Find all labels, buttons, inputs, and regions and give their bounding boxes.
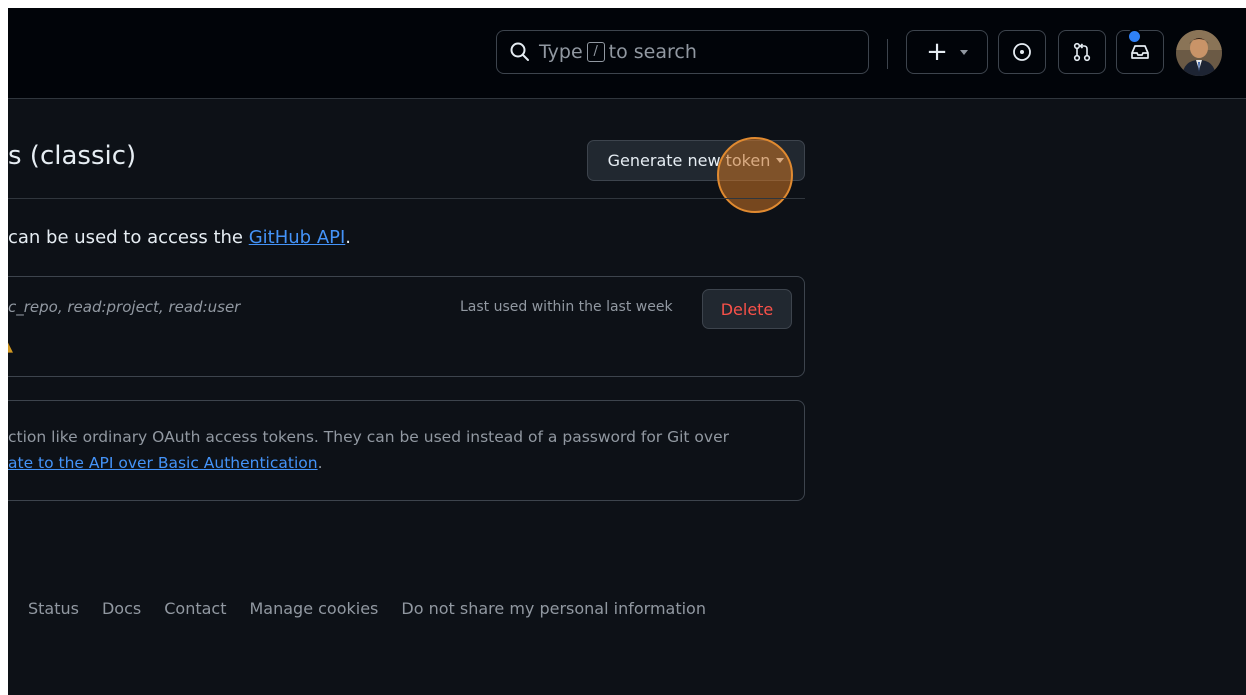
- token-scopes: c_repo, read:project, read:user: [8, 298, 241, 316]
- footer-link-manage-cookies[interactable]: Manage cookies: [249, 599, 378, 618]
- avatar[interactable]: [1176, 30, 1222, 76]
- info-box: [8, 400, 805, 501]
- search-icon: [509, 41, 531, 63]
- intro-text: can be used to access the GitHub API.: [8, 227, 351, 248]
- inbox-icon: [1129, 41, 1151, 63]
- github-api-link[interactable]: GitHub API: [249, 227, 346, 248]
- footer-link-status[interactable]: Status: [28, 599, 79, 618]
- token-last-used: Last used within the last week: [460, 299, 673, 315]
- click-indicator: [717, 137, 793, 213]
- footer-link-do-not-share[interactable]: Do not share my personal information: [401, 599, 706, 618]
- notification-indicator: [1127, 29, 1142, 44]
- intro-suffix: .: [345, 227, 352, 248]
- title-divider: [8, 198, 805, 199]
- info-line-1: ction like ordinary OAuth access tokens.…: [8, 428, 729, 446]
- pull-requests-button[interactable]: [1058, 30, 1106, 74]
- intro-prefix: can be used to access the: [8, 227, 249, 248]
- chevron-down-icon: [959, 49, 968, 55]
- header-divider: [887, 39, 888, 69]
- alert-icon: ▲: [8, 340, 13, 355]
- footer-links: Status Docs Contact Manage cookies Do no…: [28, 599, 706, 618]
- issue-opened-icon: [1011, 41, 1033, 63]
- issues-button[interactable]: [998, 30, 1046, 74]
- plus-icon: +: [926, 37, 948, 67]
- footer-link-contact[interactable]: Contact: [164, 599, 226, 618]
- basic-auth-link[interactable]: ate to the API over Basic Authentication: [8, 454, 318, 472]
- search-input[interactable]: Type / to search: [496, 30, 869, 74]
- search-suffix: to search: [608, 41, 697, 63]
- token-list-box: [8, 276, 805, 377]
- page-title: s (classic): [8, 141, 137, 171]
- global-header: Type / to search +: [8, 8, 1246, 99]
- app-window: Type / to search + s (classic) Generate …: [8, 8, 1246, 695]
- git-pull-request-icon: [1071, 41, 1093, 63]
- search-shortcut-key: /: [586, 42, 605, 62]
- delete-token-button[interactable]: Delete: [702, 289, 792, 329]
- info-line-2-suffix: .: [317, 454, 323, 472]
- create-new-button[interactable]: +: [906, 30, 988, 74]
- search-prefix: Type: [539, 41, 583, 63]
- info-line-2: ate to the API over Basic Authentication…: [8, 454, 323, 472]
- footer-link-docs[interactable]: Docs: [102, 599, 141, 618]
